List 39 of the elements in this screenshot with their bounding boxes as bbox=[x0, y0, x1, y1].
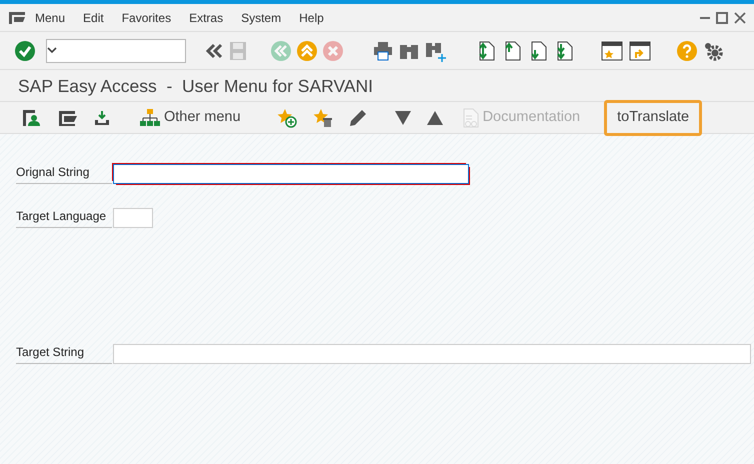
input-field[interactable] bbox=[113, 164, 469, 184]
menu-item[interactable]: Edit bbox=[74, 4, 113, 32]
menu-item[interactable]: Help bbox=[290, 4, 333, 32]
print-icon bbox=[373, 40, 393, 60]
download-icon bbox=[94, 110, 110, 126]
up-icon bbox=[297, 40, 317, 60]
screen-title: SAP Easy Access - User Menu for SARVANI bbox=[0, 70, 754, 102]
menu-icon bbox=[8, 10, 26, 24]
maximize-icon bbox=[716, 12, 728, 24]
pencil-icon bbox=[348, 108, 367, 126]
toolbar-button[interactable]: Other menu bbox=[128, 100, 253, 136]
field-label: Orignal String bbox=[16, 163, 112, 184]
down-triangle-icon bbox=[394, 110, 411, 124]
menu-item[interactable]: Extras bbox=[180, 4, 232, 32]
help-icon bbox=[677, 40, 697, 60]
hierarchy-icon bbox=[140, 108, 160, 128]
toolbar-button[interactable] bbox=[12, 40, 38, 60]
menu-item[interactable]: Favorites bbox=[112, 4, 180, 32]
menu-folder-icon bbox=[58, 108, 78, 126]
cancel-icon bbox=[323, 40, 343, 60]
check-icon bbox=[15, 40, 35, 60]
field-label: Target String bbox=[16, 343, 112, 364]
back-icon bbox=[271, 40, 291, 60]
menu-item[interactable]: System bbox=[232, 4, 290, 32]
command-field[interactable] bbox=[46, 38, 186, 62]
settings-icon bbox=[703, 40, 723, 60]
document-icon bbox=[462, 108, 479, 128]
field-label: Target Language bbox=[16, 207, 112, 228]
dropdown-caret-icon bbox=[47, 46, 57, 54]
toolbar-button[interactable]: toTranslate bbox=[604, 100, 702, 136]
user-menu-icon bbox=[22, 108, 42, 126]
save-icon bbox=[229, 40, 247, 60]
minimize-icon bbox=[700, 16, 710, 18]
close-icon bbox=[734, 12, 746, 24]
double-chevron-icon bbox=[205, 42, 223, 60]
up-triangle-icon bbox=[426, 110, 443, 124]
star-plus-icon bbox=[276, 108, 297, 128]
star-trash-icon bbox=[312, 108, 333, 128]
menu-item[interactable]: Menu bbox=[26, 4, 74, 32]
